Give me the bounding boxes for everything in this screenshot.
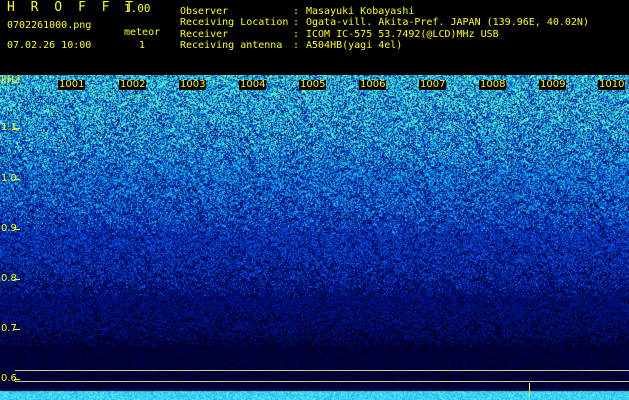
location-value: Ogata-vill. Akita-Pref. JAPAN (139.96E, … bbox=[306, 17, 589, 28]
time-label-1008: 1008 bbox=[479, 79, 507, 90]
file-name: 0702261000.png bbox=[7, 20, 92, 31]
header-panel: H R O F F T 1.00 0702261000.png 07.02.26… bbox=[0, 0, 629, 75]
observer-colon: : bbox=[293, 6, 300, 17]
antenna-colon: : bbox=[293, 40, 300, 51]
observer-label: Observer bbox=[180, 6, 229, 17]
freq-tick bbox=[14, 229, 20, 230]
spectrogram-panel: kHz 1.1 1.0 0.9 0.8 0.7 0.6 1001 1002 10… bbox=[0, 75, 629, 400]
observer-value: Masayuki Kobayashi bbox=[306, 6, 415, 17]
app-version: 1.00 bbox=[124, 2, 151, 15]
reference-line-upper bbox=[15, 370, 629, 371]
freq-tick bbox=[14, 128, 20, 129]
meteor-marker bbox=[529, 383, 530, 397]
time-label-1002: 1002 bbox=[119, 79, 147, 90]
receiver-value: ICOM IC-575 53.7492(@LCD)MHz USB bbox=[306, 29, 499, 40]
freq-tick bbox=[14, 279, 20, 280]
time-label-1007: 1007 bbox=[419, 79, 447, 90]
time-label-1010: 1010 bbox=[598, 79, 626, 90]
capture-datetime: 07.02.26 10:00 bbox=[7, 40, 92, 51]
time-label-1003: 1003 bbox=[179, 79, 207, 90]
receiver-colon: : bbox=[293, 29, 300, 40]
antenna-value: A504HB(yagi 4el) bbox=[306, 40, 403, 51]
location-label: Receiving Location bbox=[180, 17, 289, 28]
location-colon: : bbox=[293, 17, 300, 28]
app-title: H R O F F T bbox=[7, 0, 138, 15]
freq-tick bbox=[14, 179, 20, 180]
freq-tick bbox=[14, 379, 20, 380]
frequency-unit-label: kHz bbox=[1, 75, 20, 86]
time-label-1004: 1004 bbox=[239, 79, 267, 90]
time-label-1009: 1009 bbox=[539, 79, 567, 90]
antenna-label: Receiving antenna bbox=[180, 40, 283, 51]
meteor-label: meteor bbox=[124, 27, 161, 38]
time-label-1006: 1006 bbox=[359, 79, 387, 90]
meteor-count: 1 bbox=[139, 40, 146, 51]
freq-tick bbox=[14, 329, 20, 330]
time-label-1005: 1005 bbox=[299, 79, 327, 90]
receiver-label: Receiver bbox=[180, 29, 229, 40]
time-label-1001: 1001 bbox=[58, 79, 86, 90]
reference-line-lower bbox=[15, 381, 629, 382]
spectrogram-overlay: kHz 1.1 1.0 0.9 0.8 0.7 0.6 1001 1002 10… bbox=[0, 75, 629, 400]
